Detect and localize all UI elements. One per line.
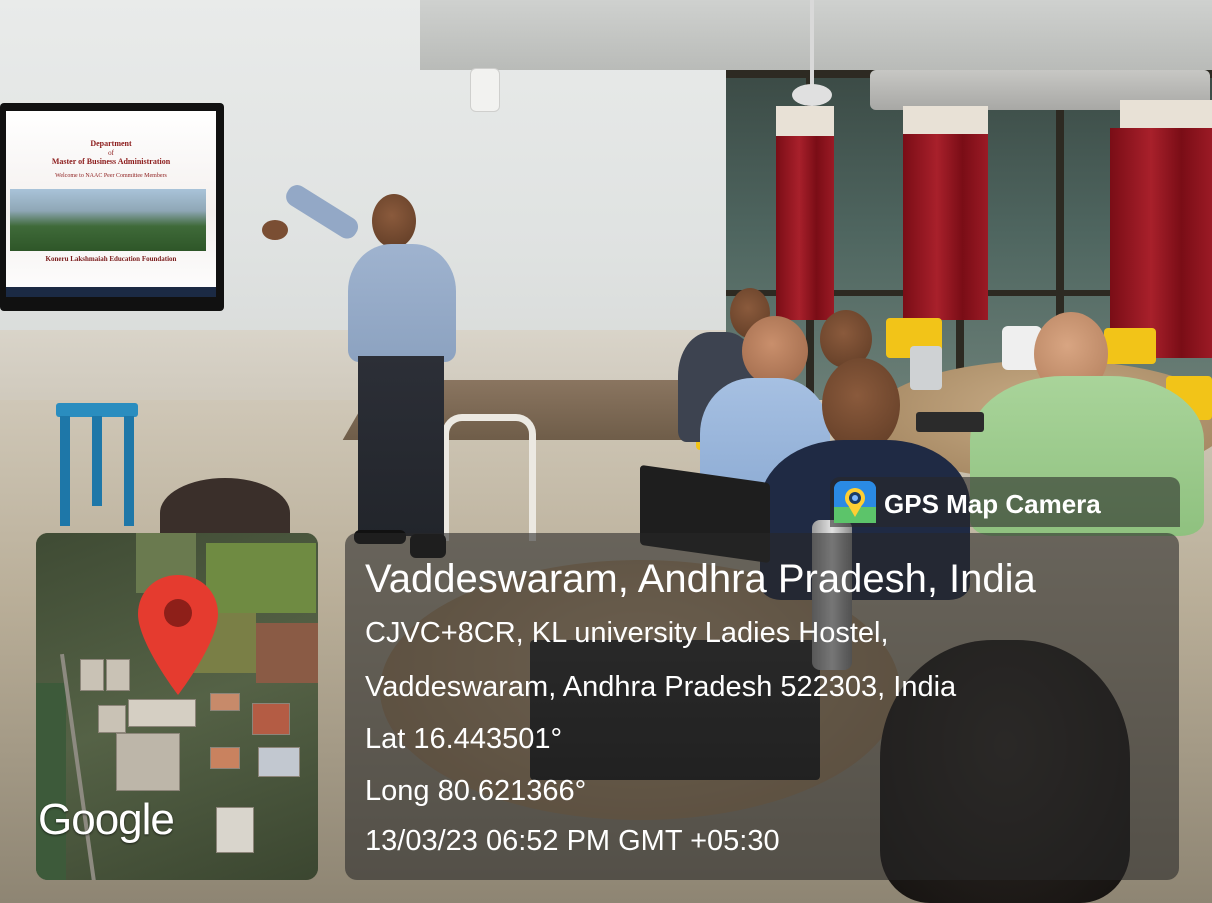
address-line-2: Vaddeswaram, Andhra Pradesh 522303, Indi… xyxy=(365,671,957,703)
plastic-chair xyxy=(442,414,536,541)
tv-screen: Department of Master of Business Adminis… xyxy=(0,103,224,311)
taskbar xyxy=(6,287,216,297)
gps-brand-badge: GPS Map Camera xyxy=(830,477,1180,527)
map-thumbnail: Google xyxy=(36,533,318,880)
laptop-back xyxy=(916,412,984,432)
curtain-valance xyxy=(1120,100,1212,130)
campus-photo xyxy=(10,189,206,251)
address-line-1: CJVC+8CR, KL university Ladies Hostel, xyxy=(365,617,889,649)
curtain xyxy=(776,136,834,320)
location-info-panel: Vaddeswaram, Andhra Pradesh, India CJVC+… xyxy=(345,533,1179,880)
yellow-chair xyxy=(1104,328,1156,364)
kettle xyxy=(910,346,942,390)
longitude: Long 80.621366° xyxy=(365,775,587,807)
brand-label: GPS Map Camera xyxy=(884,489,1101,519)
slide-of: of xyxy=(108,149,114,157)
slide-welcome: Welcome to NAAC Peer Committee Members xyxy=(55,173,167,179)
slide-program: Master of Business Administration xyxy=(51,157,171,166)
camera-pin-icon xyxy=(834,481,876,523)
stool xyxy=(56,403,138,417)
presentation-slide: Department of Master of Business Adminis… xyxy=(6,111,216,297)
location-pin-icon xyxy=(138,575,218,695)
curtain xyxy=(903,134,988,320)
latitude: Lat 16.443501° xyxy=(365,723,563,755)
ceiling-fan-rod xyxy=(810,0,814,90)
curtain xyxy=(1110,128,1212,358)
ceiling-fan xyxy=(792,84,832,106)
curtain-valance xyxy=(903,106,988,136)
location-title: Vaddeswaram, Andhra Pradesh, India xyxy=(365,557,1036,601)
curtain-valance xyxy=(776,106,834,138)
ceiling xyxy=(420,0,1212,70)
datetime: 13/03/23 06:52 PM GMT +05:30 xyxy=(365,825,780,857)
slide-foundation: Koneru Lakshmaiah Education Foundation xyxy=(45,255,177,263)
slide-dept: Department xyxy=(90,139,132,148)
google-logo: Google xyxy=(38,795,175,844)
wall-sensor xyxy=(470,68,500,112)
